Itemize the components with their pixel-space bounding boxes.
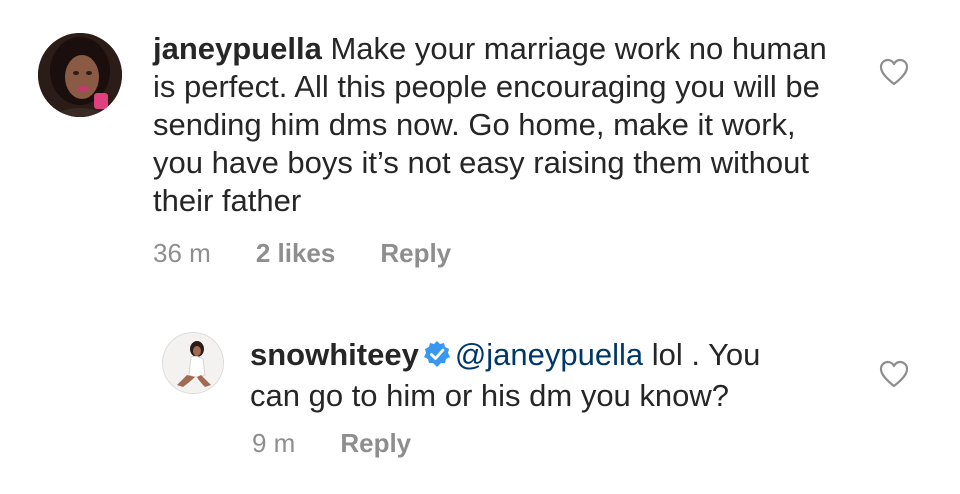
reply-button[interactable]: Reply bbox=[340, 428, 411, 459]
reply-meta: 9 m Reply bbox=[252, 428, 411, 459]
comment-timestamp: 36 m bbox=[153, 238, 211, 268]
comment-janeypuella: janeypuella Make your marriage work no h… bbox=[0, 0, 960, 290]
verified-badge-icon bbox=[423, 339, 451, 377]
mention-link[interactable]: @janeypuella bbox=[455, 337, 643, 372]
reply-timestamp: 9 m bbox=[252, 428, 296, 458]
comment-body: janeypuella Make your marriage work no h… bbox=[153, 30, 833, 220]
reply-comment-snowhiteey: snowhiteey @janeypuella lol . You can go … bbox=[0, 290, 960, 494]
user-avatar-icon bbox=[163, 333, 223, 393]
user-avatar-icon bbox=[38, 33, 122, 117]
reply-button[interactable]: Reply bbox=[380, 238, 451, 269]
comment-meta: 36 m 2 likes Reply bbox=[153, 238, 451, 269]
avatar-janeypuella[interactable] bbox=[38, 33, 122, 117]
avatar-snowhiteey[interactable] bbox=[162, 332, 224, 394]
reply-username[interactable]: snowhiteey bbox=[250, 337, 419, 372]
comment-username[interactable]: janeypuella bbox=[153, 31, 322, 66]
likes-count-link[interactable]: 2 likes bbox=[256, 238, 336, 269]
like-heart-icon[interactable] bbox=[879, 360, 909, 388]
like-heart-icon[interactable] bbox=[879, 58, 909, 86]
reply-body: snowhiteey @janeypuella lol . You can go … bbox=[250, 336, 810, 415]
